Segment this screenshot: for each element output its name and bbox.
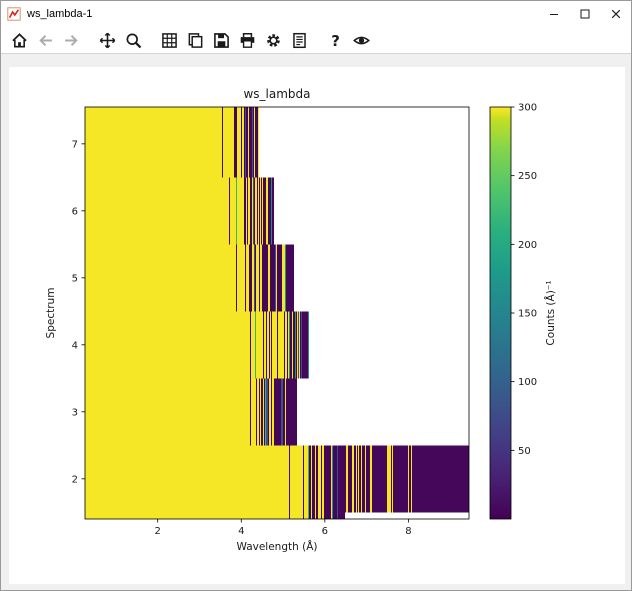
- toolbar-help-button[interactable]: ?: [323, 28, 347, 52]
- toolbar-copy-button[interactable]: [183, 28, 207, 52]
- minimize-button[interactable]: [538, 1, 569, 27]
- colorbar-label: Counts (Å)⁻¹: [544, 280, 557, 345]
- grid-icon: [161, 32, 178, 49]
- colorbar-tick-label: 300: [518, 103, 537, 114]
- toolbar-save-button[interactable]: [209, 28, 233, 52]
- colorbar-tick-label: 50: [518, 446, 531, 457]
- forward-icon: [63, 32, 80, 49]
- y-tick-label: 3: [72, 407, 78, 418]
- colorbar-tick-label: 100: [518, 377, 537, 388]
- colorbar-tick-label: 150: [518, 309, 537, 320]
- x-tick-label: 6: [322, 526, 328, 537]
- close-icon: [609, 7, 623, 21]
- colorbar[interactable]: 50 100 150 200 250 300 Counts (Å)⁻¹: [490, 103, 557, 520]
- window-title: ws_lambda-1: [27, 8, 92, 20]
- zoom-icon: [125, 32, 142, 49]
- script-icon: [291, 32, 308, 49]
- figure-canvas-area: 2 4 6 8 2 3 4 5 6 7 ws_lambda Wavelength (Å) Spectru…: [9, 67, 625, 584]
- toolbar-pan-button[interactable]: [95, 28, 119, 52]
- heatmap: [85, 107, 469, 519]
- toolbar-back-button[interactable]: [33, 28, 57, 52]
- toolbar-script-button[interactable]: [287, 28, 311, 52]
- figure-canvas[interactable]: 2 4 6 8 2 3 4 5 6 7 ws_lambda Wavelength (Å) Spectru…: [9, 67, 625, 584]
- plot-window: ws_lambda-1 ? 2 4 6 8 2 3 4 5 6 7 ws_lambda Wavelen…: [0, 0, 632, 591]
- toolbar-zoom-button[interactable]: [121, 28, 145, 52]
- back-icon: [37, 32, 54, 49]
- colorbar-tick-label: 250: [518, 171, 537, 182]
- copy-icon: [187, 32, 204, 49]
- svg-text:?: ?: [331, 32, 340, 49]
- figure-toolbar: ?: [1, 27, 631, 54]
- app-icon: [7, 7, 21, 21]
- toolbar-settings-button[interactable]: [261, 28, 285, 52]
- x-tick-label: 2: [155, 526, 161, 537]
- home-icon: [11, 32, 28, 49]
- save-icon: [213, 32, 230, 49]
- window-controls: [538, 1, 631, 27]
- toolbar-home-button[interactable]: [7, 28, 31, 52]
- print-icon: [239, 32, 256, 49]
- eye-icon: [353, 32, 370, 49]
- maximize-icon: [578, 7, 592, 21]
- toolbar-forward-button[interactable]: [59, 28, 83, 52]
- y-axis-label: Spectrum: [45, 288, 57, 339]
- help-icon: ?: [327, 32, 344, 49]
- toolbar-eye-button[interactable]: [349, 28, 373, 52]
- y-tick-label: 4: [72, 340, 78, 351]
- settings-icon: [265, 32, 282, 49]
- x-axis-label: Wavelength (Å): [236, 540, 317, 553]
- maximize-button[interactable]: [569, 1, 600, 27]
- toolbar-print-button[interactable]: [235, 28, 259, 52]
- toolbar-grid-button[interactable]: [157, 28, 181, 52]
- close-button[interactable]: [600, 1, 631, 27]
- y-tick-label: 2: [72, 474, 78, 485]
- x-tick-label: 4: [238, 526, 244, 537]
- y-tick-label: 5: [72, 273, 78, 284]
- colorbar-tick-label: 200: [518, 240, 537, 251]
- colorbar-gradient: [490, 107, 511, 519]
- y-tick-label: 6: [72, 206, 78, 217]
- x-tick-label: 8: [405, 526, 411, 537]
- plot-title: ws_lambda: [243, 87, 310, 101]
- minimize-icon: [547, 7, 561, 21]
- pan-icon: [99, 32, 116, 49]
- titlebar[interactable]: ws_lambda-1: [1, 1, 631, 27]
- y-tick-label: 7: [72, 139, 78, 150]
